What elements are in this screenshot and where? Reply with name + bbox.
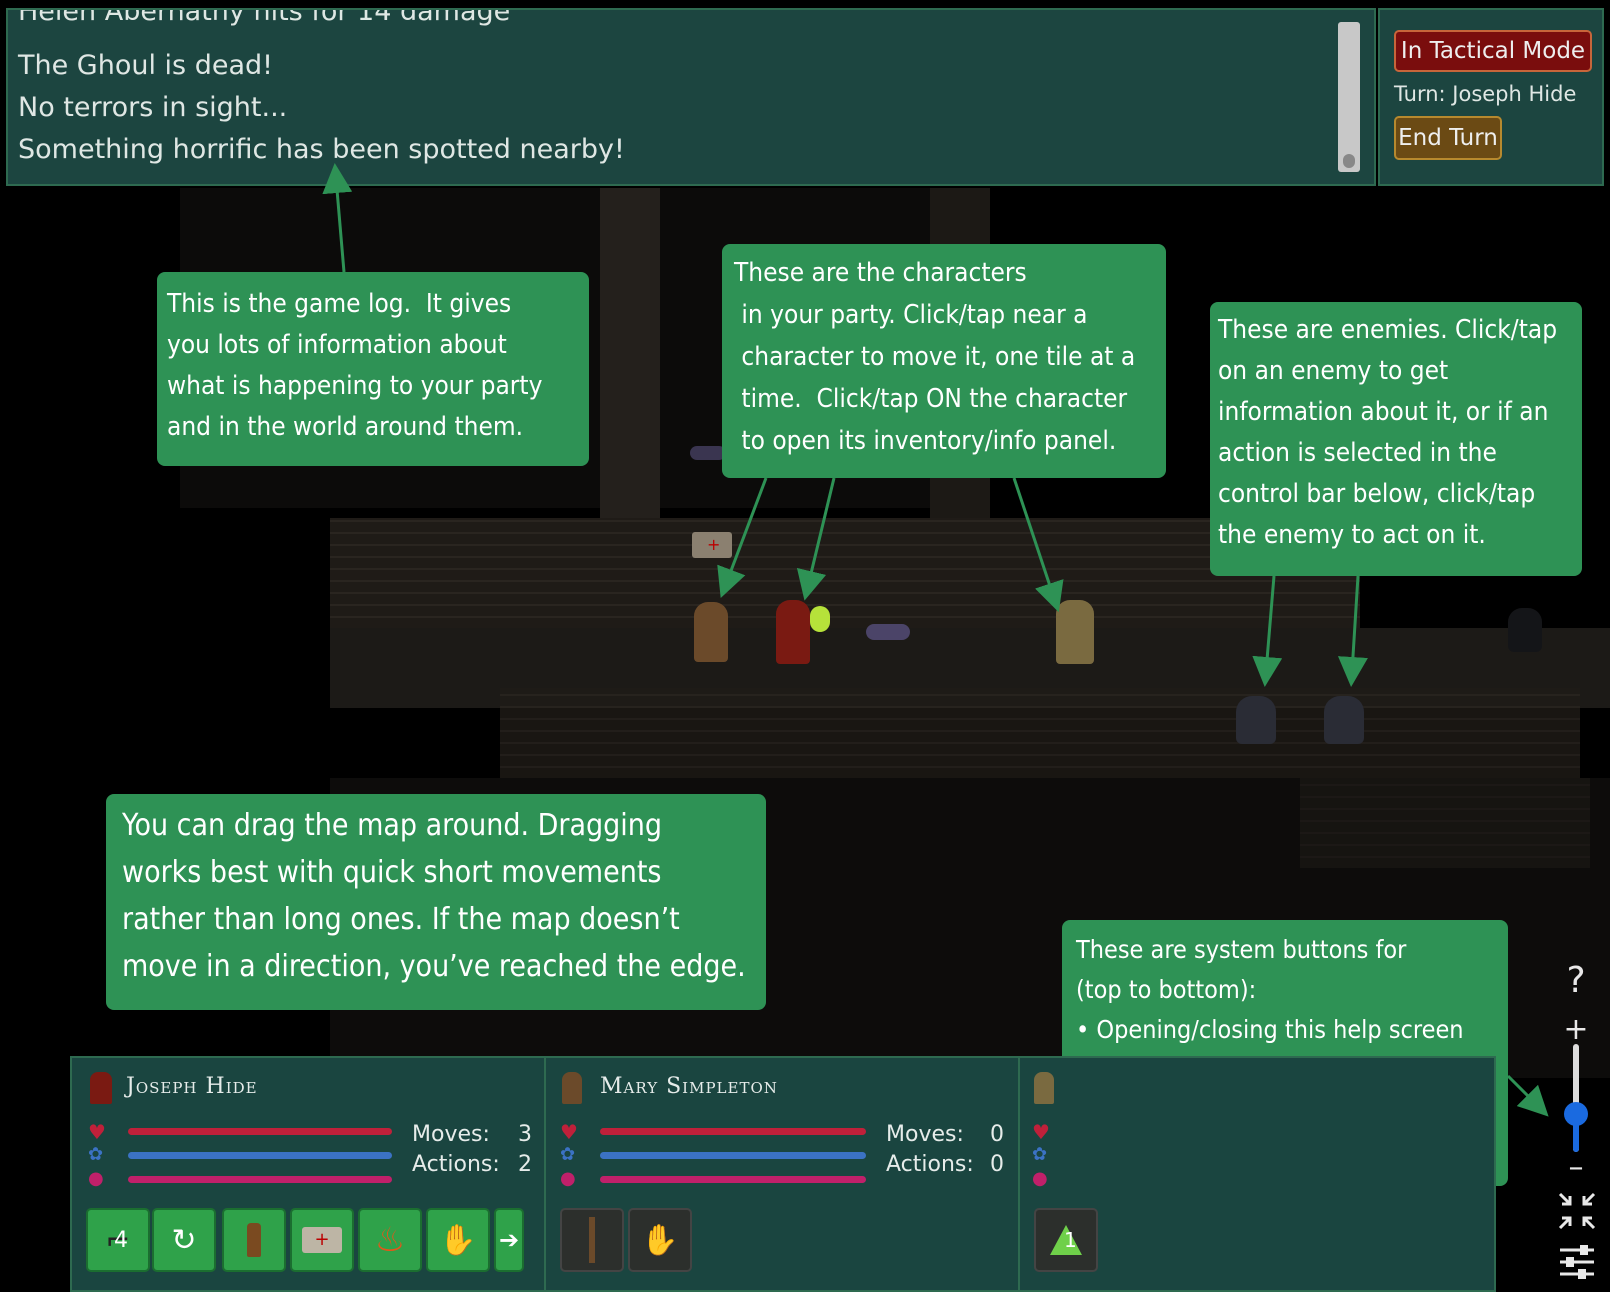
sanity-bar xyxy=(600,1152,866,1159)
center-icon xyxy=(1558,1192,1596,1230)
help-box-map: You can drag the map around. Dragging wo… xyxy=(106,794,766,1010)
actions-value: 2 xyxy=(518,1152,532,1177)
ammo-count: 4 xyxy=(114,1228,128,1253)
stamina-icon: ● xyxy=(1032,1168,1048,1189)
help-text-map: You can drag the map around. Dragging wo… xyxy=(122,808,746,984)
reload-revolver-icon: ↻ xyxy=(171,1222,197,1258)
brain-icon: ✿ xyxy=(1032,1144,1048,1165)
help-box-log: This is the game log. It gives you lots … xyxy=(157,272,589,466)
help-box-characters: These are the characters in your party. … xyxy=(722,244,1166,478)
next-items-button[interactable]: ➔ xyxy=(494,1208,524,1272)
hand-icon: ✋ xyxy=(439,1222,477,1258)
character-card-mary-simpleton[interactable]: Mary Simpleton ♥ ✿ ● Moves: 0 Actions: 0… xyxy=(546,1058,1020,1292)
zoom-in-button[interactable]: + xyxy=(1560,1012,1592,1047)
character-card-helen-abernathy[interactable]: ♥ ✿ ● 1 xyxy=(1020,1058,1496,1292)
arrow-to-enemy xyxy=(1252,575,1283,687)
revolver-slot[interactable]: ⌐ 4 xyxy=(86,1208,150,1272)
bottle-slot[interactable] xyxy=(222,1208,286,1272)
stamina-bar xyxy=(600,1176,866,1183)
character-name: Joseph Hide xyxy=(126,1074,258,1099)
heart-icon: ♥ xyxy=(1032,1120,1050,1144)
center-button[interactable] xyxy=(1556,1190,1598,1232)
fire-slot[interactable]: ♨ xyxy=(358,1208,422,1272)
help-text-characters: These are the characters in your party. … xyxy=(734,258,1136,456)
moves-label: Moves: xyxy=(412,1122,490,1147)
stamina-icon: ● xyxy=(560,1168,576,1189)
health-bar xyxy=(600,1128,866,1135)
arrow-to-character xyxy=(717,477,768,599)
actions-label: Actions: xyxy=(412,1152,500,1177)
flask-slot[interactable]: 1 xyxy=(1034,1208,1098,1272)
first-aid-kit-icon: + xyxy=(292,1210,352,1270)
help-text-log: This is the game log. It gives you lots … xyxy=(167,289,543,442)
stamina-bar xyxy=(128,1176,392,1183)
hand-icon: ✋ xyxy=(641,1222,679,1258)
character-name: Mary Simpleton xyxy=(600,1074,778,1099)
system-buttons: ? + – xyxy=(1546,960,1606,1292)
moves-value: 0 xyxy=(990,1122,1004,1147)
options-icon xyxy=(1560,1245,1594,1279)
actions-value: 0 xyxy=(990,1152,1004,1177)
reload-slot[interactable]: ↻ xyxy=(152,1208,216,1272)
bottle-icon xyxy=(224,1210,284,1270)
zoom-out-button[interactable]: – xyxy=(1560,1153,1592,1183)
options-button[interactable] xyxy=(1556,1242,1598,1286)
portrait-icon xyxy=(1034,1072,1054,1104)
heart-icon: ♥ xyxy=(88,1120,106,1144)
help-button[interactable]: ? xyxy=(1560,960,1592,1001)
flask-count: 1 xyxy=(1064,1228,1077,1252)
brain-icon: ✿ xyxy=(88,1144,104,1165)
moves-value: 3 xyxy=(518,1122,532,1147)
portrait-icon xyxy=(562,1072,582,1104)
arrow-to-system-buttons xyxy=(1506,1074,1549,1117)
zoom-slider-knob[interactable] xyxy=(1564,1102,1588,1127)
zoom-slider[interactable] xyxy=(1564,1044,1588,1152)
hand-slot[interactable]: ✋ xyxy=(628,1208,692,1272)
moves-label: Moves: xyxy=(886,1122,964,1147)
actions-label: Actions: xyxy=(886,1152,974,1177)
portrait-icon xyxy=(90,1072,112,1104)
hand-slot[interactable]: ✋ xyxy=(426,1208,490,1272)
help-text-enemies: These are enemies. Click/tap on an enemy… xyxy=(1218,315,1558,550)
sanity-bar xyxy=(128,1152,392,1159)
brain-icon: ✿ xyxy=(560,1144,576,1165)
stamina-icon: ● xyxy=(88,1168,104,1189)
next-arrow-icon: ➔ xyxy=(498,1226,520,1254)
character-card-joseph-hide[interactable]: Joseph Hide ♥ ✿ ● Moves: 3 Actions: 2 ⌐ … xyxy=(72,1058,546,1292)
heart-icon: ♥ xyxy=(560,1120,578,1144)
arrow-to-enemy xyxy=(1337,575,1368,687)
fire-icon: ♨ xyxy=(374,1220,406,1260)
arrow-to-log xyxy=(322,163,353,273)
arrow-to-character xyxy=(796,477,836,601)
pickaxe-icon xyxy=(562,1210,622,1270)
help-box-enemies: These are enemies. Click/tap on an enemy… xyxy=(1210,302,1582,576)
health-bar xyxy=(128,1128,392,1135)
pickaxe-slot[interactable] xyxy=(560,1208,624,1272)
first-aid-slot[interactable]: + xyxy=(290,1208,354,1272)
arrow-to-character xyxy=(1012,477,1064,613)
